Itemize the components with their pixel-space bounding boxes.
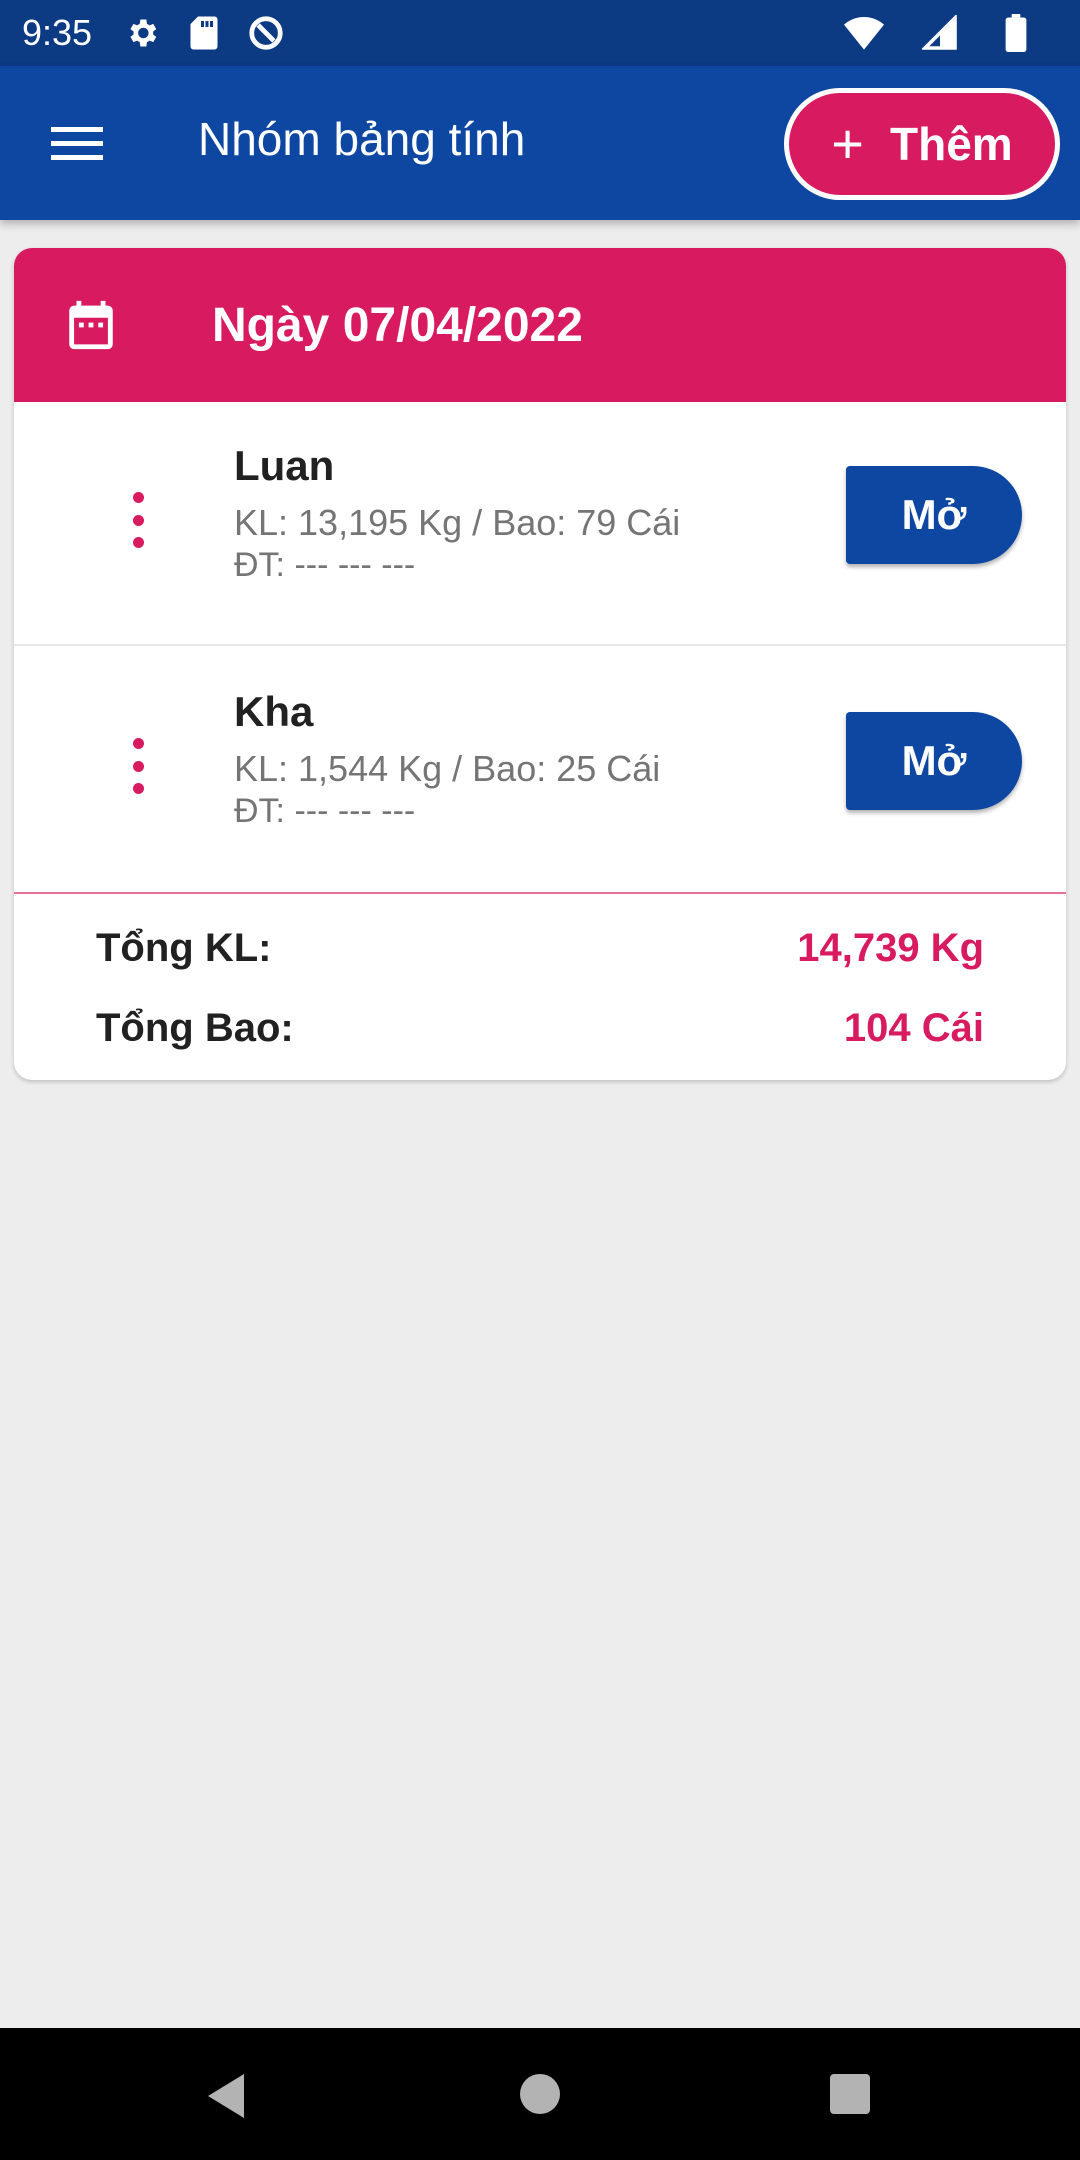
total-weight-value: 14,739 Kg: [797, 926, 984, 970]
add-button[interactable]: + Thêm: [784, 88, 1060, 200]
total-bags-value: 104 Cái: [843, 1006, 984, 1050]
spreadsheet-group-card: Ngày 07/04/2022 Luan KL: 13,195 Kg / Bao…: [14, 248, 1066, 1080]
row-weight: KL: 1,544 Kg / Bao: 25 Cái: [234, 748, 661, 789]
row-phone: ĐT: --- --- ---: [234, 546, 416, 584]
row-weight: KL: 13,195 Kg / Bao: 79 Cái: [234, 502, 681, 543]
row-name: Kha: [234, 688, 314, 735]
back-icon[interactable]: [204, 2072, 248, 2120]
card-date: Ngày 07/04/2022: [212, 299, 583, 352]
plus-icon: +: [831, 112, 864, 175]
sd-card-icon: [184, 13, 224, 53]
status-time: 9:35: [22, 12, 93, 53]
hamburger-menu-icon[interactable]: [44, 116, 110, 170]
more-options-icon[interactable]: [118, 492, 158, 548]
total-weight-label: Tổng KL:: [96, 926, 272, 970]
navigation-bar: [0, 2028, 1080, 2160]
totals-section: Tổng KL: 14,739 Kg Tổng Bao: 104 Cái: [14, 892, 1066, 1080]
wifi-icon: [844, 13, 884, 53]
card-header: Ngày 07/04/2022: [14, 248, 1066, 402]
more-options-icon[interactable]: [118, 738, 158, 794]
row-name: Luan: [234, 442, 335, 489]
home-icon[interactable]: [520, 2074, 560, 2114]
battery-icon: [996, 13, 1036, 53]
signal-icon: [920, 13, 960, 53]
page-title: Nhóm bảng tính: [198, 113, 526, 165]
gear-icon: [122, 13, 162, 53]
calendar-icon: [62, 296, 120, 354]
row-phone: ĐT: --- --- ---: [234, 792, 416, 830]
vpn-icon: [246, 13, 286, 53]
recents-icon[interactable]: [830, 2074, 870, 2114]
list-item: Luan KL: 13,195 Kg / Bao: 79 Cái ĐT: ---…: [14, 402, 1066, 646]
total-bags-label: Tổng Bao:: [96, 1006, 294, 1050]
add-button-label: Thêm: [890, 118, 1013, 170]
list-item: Kha KL: 1,544 Kg / Bao: 25 Cái ĐT: --- -…: [14, 648, 1066, 892]
open-button[interactable]: Mở: [846, 712, 1022, 810]
status-bar: 9:35: [0, 0, 1080, 66]
open-button[interactable]: Mở: [846, 466, 1022, 564]
app-bar: Nhóm bảng tính + Thêm: [0, 66, 1080, 220]
